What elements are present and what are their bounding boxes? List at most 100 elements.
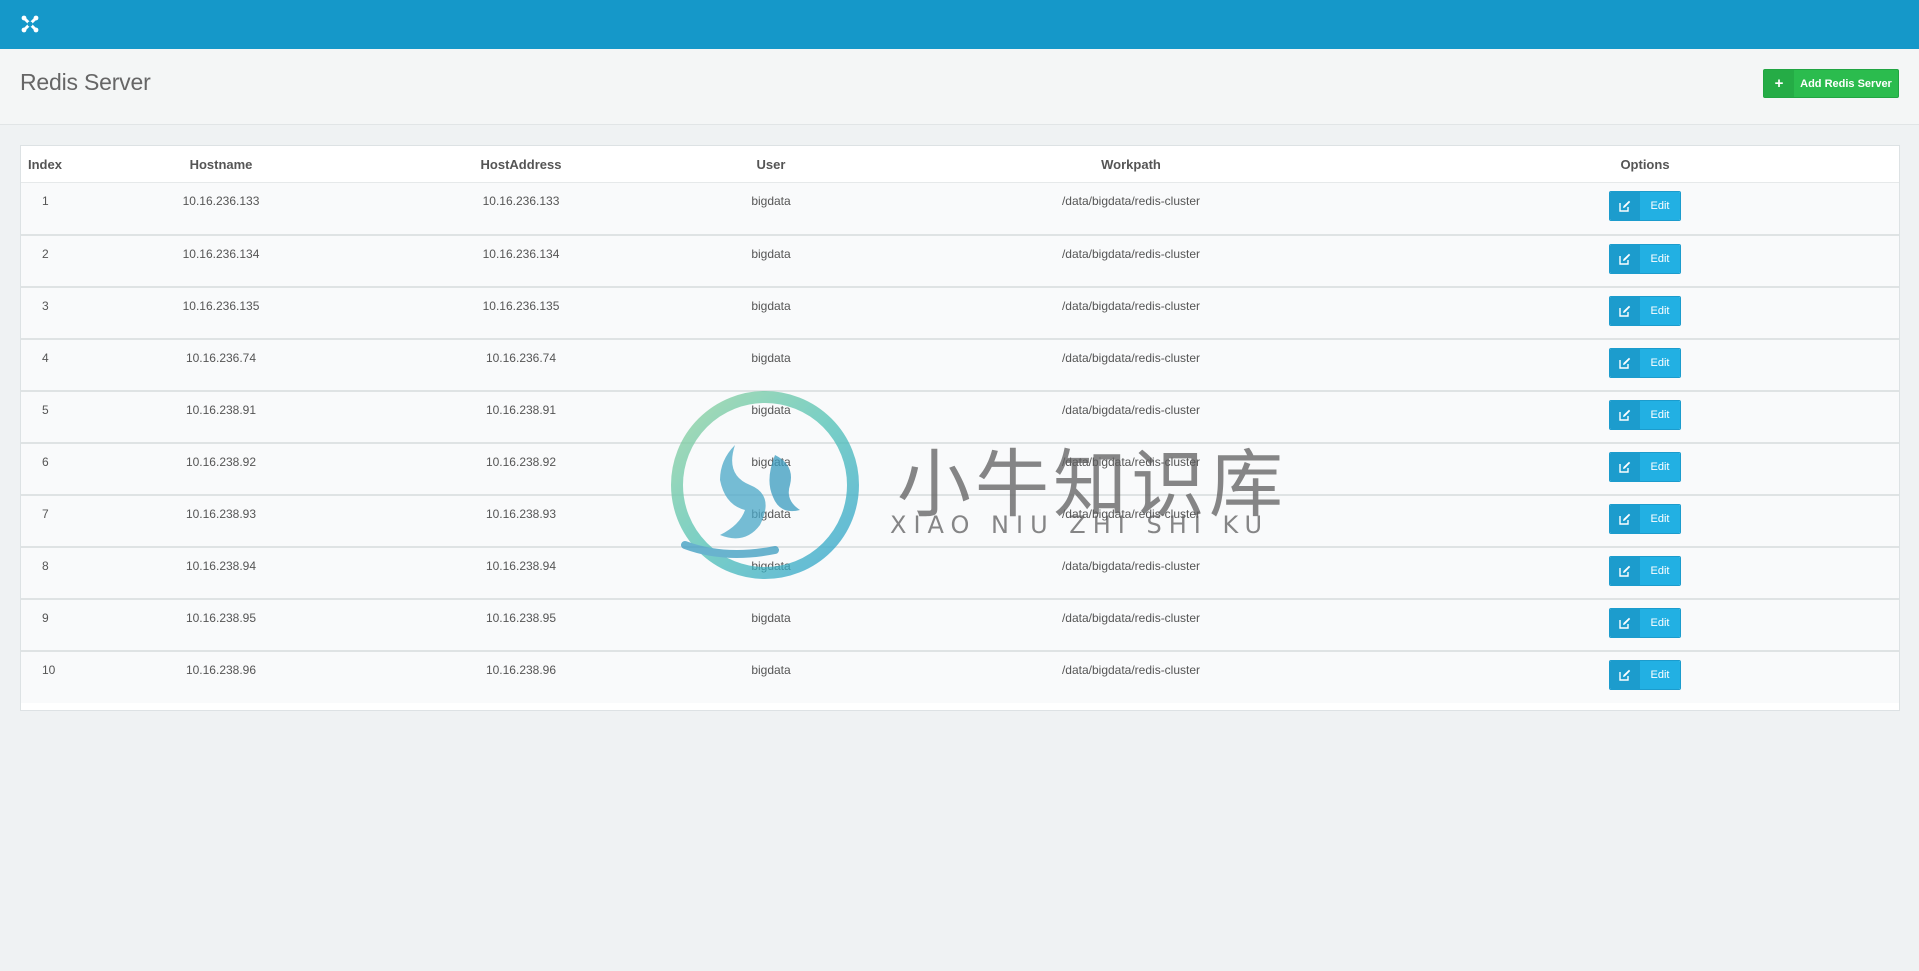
cell-workpath: /data/bigdata/redis-cluster — [1061, 298, 1201, 313]
edit-icon — [1610, 192, 1640, 220]
cell-index: 3 — [42, 298, 49, 313]
column-header-workpath: Workpath — [871, 146, 1391, 183]
cell-user: bigdata — [751, 558, 791, 573]
edit-icon — [1610, 400, 1640, 429]
table-row: 2 10.16.236.134 10.16.236.134 bigdata/data/… — [21, 234, 1899, 287]
cell-options: Edit — [1391, 183, 1899, 235]
edit-icon — [1610, 660, 1640, 689]
cell-options: Edit — [1391, 235, 1899, 287]
edit-label: Edit — [1640, 504, 1680, 533]
cell-index: 9 — [42, 610, 49, 625]
cell-workpath: /data/bigdata/redis-cluster — [1061, 454, 1201, 469]
table-body: 1 10.16.236.133 10.16.236.133 bigdata/data/… — [21, 182, 1899, 703]
cell-hostname: 10.16.238.96 — [185, 662, 257, 677]
edit-label: Edit — [1640, 400, 1680, 429]
edit-icon — [1610, 244, 1640, 273]
cell-hostaddress: 10.16.236.134 — [482, 246, 560, 261]
cell-index: 7 — [42, 506, 49, 521]
table-row: 8 10.16.238.94 10.16.238.94 bigdata/data/bi… — [21, 546, 1899, 599]
cell-index: 4 — [42, 350, 49, 365]
table-row: 6 10.16.238.92 10.16.238.92 bigdata/data/bi… — [21, 442, 1899, 495]
edit-label: Edit — [1640, 296, 1680, 325]
cell-workpath: /data/bigdata/redis-cluster — [1061, 402, 1201, 417]
edit-button[interactable]: Edit — [1609, 399, 1681, 430]
edit-label: Edit — [1640, 192, 1680, 220]
column-header-index: Index — [21, 146, 71, 183]
cell-hostaddress: 10.16.238.94 — [485, 558, 557, 573]
cell-hostname: 10.16.238.91 — [185, 402, 257, 417]
edit-button[interactable]: Edit — [1609, 503, 1681, 534]
cell-user: bigdata — [751, 402, 791, 417]
top-navbar — [0, 0, 1919, 49]
table-row: 5 10.16.238.91 10.16.238.91 bigdata/data/bi… — [21, 390, 1899, 443]
column-header-options: Options — [1391, 146, 1899, 183]
table-row: 9 10.16.238.95 10.16.238.95 bigdata/data/bi… — [21, 598, 1899, 651]
cell-index: 2 — [42, 246, 49, 261]
redis-server-table: Index Hostname HostAddress User Workpath… — [21, 146, 1899, 703]
cell-workpath: /data/bigdata/redis-cluster — [1061, 558, 1201, 573]
cell-options: Edit — [1391, 495, 1899, 547]
cell-index: 5 — [42, 402, 49, 417]
cell-user: bigdata — [751, 454, 791, 469]
edit-icon — [1610, 608, 1640, 637]
cell-user: bigdata — [751, 194, 791, 208]
cell-index: 8 — [42, 558, 49, 573]
edit-button[interactable]: Edit — [1609, 243, 1681, 274]
joomla-logo-icon[interactable] — [20, 14, 40, 34]
cell-hostname: 10.16.236.134 — [182, 246, 260, 261]
cell-options: Edit — [1391, 391, 1899, 443]
cell-options: Edit — [1391, 287, 1899, 339]
cell-hostname: 10.16.238.92 — [185, 454, 257, 469]
edit-button[interactable]: Edit — [1609, 659, 1681, 690]
cell-hostaddress: 10.16.236.135 — [482, 298, 560, 313]
edit-button[interactable]: Edit — [1609, 607, 1681, 638]
edit-button[interactable]: Edit — [1609, 347, 1681, 378]
edit-icon — [1610, 504, 1640, 533]
column-header-hostaddress: HostAddress — [371, 146, 671, 183]
cell-workpath: /data/bigdata/redis-cluster — [1061, 662, 1201, 677]
edit-icon — [1610, 348, 1640, 377]
column-header-hostname: Hostname — [71, 146, 371, 183]
cell-hostname: 10.16.236.135 — [182, 298, 260, 313]
cell-hostaddress: 10.16.238.92 — [485, 454, 557, 469]
cell-index: 1 — [42, 194, 49, 208]
edit-button[interactable]: Edit — [1609, 295, 1681, 326]
cell-hostaddress: 10.16.238.95 — [485, 610, 557, 625]
edit-label: Edit — [1640, 556, 1680, 585]
cell-hostname: 10.16.236.133 — [182, 194, 260, 208]
cell-workpath: /data/bigdata/redis-cluster — [1061, 246, 1201, 261]
edit-button[interactable]: Edit — [1609, 191, 1681, 221]
cell-options: Edit — [1391, 339, 1899, 391]
table-row: 1 10.16.236.133 10.16.236.133 bigdata/data/… — [21, 182, 1899, 235]
add-redis-server-button[interactable]: + Add Redis Server — [1763, 69, 1899, 98]
cell-hostname: 10.16.238.95 — [185, 610, 257, 625]
table-header-row: Index Hostname HostAddress User Workpath… — [21, 146, 1899, 183]
cell-options: Edit — [1391, 651, 1899, 703]
cell-hostaddress: 10.16.238.96 — [485, 662, 557, 677]
page-title: Redis Server — [20, 69, 151, 95]
edit-label: Edit — [1640, 348, 1680, 377]
cell-options: Edit — [1391, 547, 1899, 599]
cell-user: bigdata — [751, 610, 791, 625]
cell-workpath: /data/bigdata/redis-cluster — [1061, 610, 1201, 625]
edit-button[interactable]: Edit — [1609, 451, 1681, 482]
plus-icon: + — [1764, 70, 1794, 97]
cell-hostname: 10.16.236.74 — [185, 350, 257, 365]
edit-label: Edit — [1640, 608, 1680, 637]
cell-hostname: 10.16.238.93 — [185, 506, 257, 521]
cell-hostaddress: 10.16.238.91 — [485, 402, 557, 417]
edit-button[interactable]: Edit — [1609, 555, 1681, 586]
cell-user: bigdata — [751, 506, 791, 521]
edit-icon — [1610, 556, 1640, 585]
column-header-user: User — [671, 146, 871, 183]
page-header: Redis Server + Add Redis Server — [0, 49, 1919, 125]
table-row: 10 10.16.238.96 10.16.238.96 bigdata/data/b… — [21, 650, 1899, 703]
cell-user: bigdata — [751, 662, 791, 677]
cell-user: bigdata — [751, 246, 791, 261]
cell-hostaddress: 10.16.238.93 — [485, 506, 557, 521]
cell-workpath: /data/bigdata/redis-cluster — [1061, 350, 1201, 365]
cell-workpath: /data/bigdata/redis-cluster — [1061, 506, 1201, 521]
add-redis-server-label: Add Redis Server — [1800, 77, 1892, 90]
edit-label: Edit — [1640, 452, 1680, 481]
edit-label: Edit — [1640, 244, 1680, 273]
